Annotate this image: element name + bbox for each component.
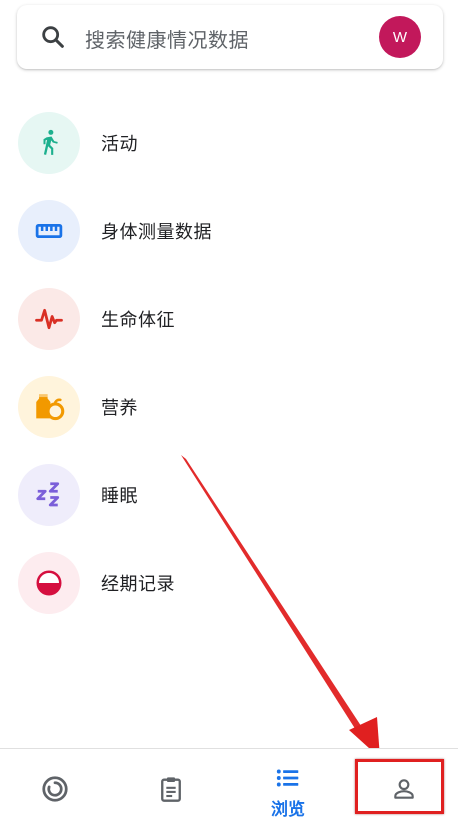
category-label: 睡眠 (101, 486, 138, 507)
category-nutrition[interactable]: 营养 (0, 364, 458, 452)
sleep-zzz-icon (36, 482, 60, 507)
browse-screen: 搜索健康情况数据 W 活动 身体测量数据 生命体征 营养 睡眠 经期记录 浏览 (0, 0, 458, 820)
category-label: 营养 (101, 398, 138, 419)
account-avatar[interactable]: W (379, 16, 421, 58)
activity-icon-circle (18, 112, 80, 174)
person-icon (394, 779, 414, 799)
nutrition-icon (36, 394, 65, 421)
nutrition-icon-circle (18, 376, 80, 438)
walking-person-icon (43, 129, 58, 155)
cycle-tracking-icon-circle (18, 552, 80, 614)
category-vitals[interactable]: 生命体征 (0, 276, 458, 364)
clipboard-icon (161, 777, 181, 802)
sleep-icon-circle (18, 464, 80, 526)
nav-journal[interactable] (121, 749, 221, 820)
bottom-navigation: 浏览 (0, 748, 458, 820)
category-label: 身体测量数据 (101, 222, 212, 243)
circle-progress-icon (42, 776, 68, 802)
nav-browse-label: 浏览 (271, 800, 305, 820)
search-icon[interactable] (39, 23, 67, 51)
search-bar[interactable]: 搜索健康情况数据 W (17, 5, 443, 69)
nav-browse[interactable]: 浏览 (238, 749, 338, 820)
nav-profile[interactable] (354, 749, 454, 820)
category-label: 活动 (101, 134, 138, 155)
category-body-measurements[interactable]: 身体测量数据 (0, 188, 458, 276)
ruler-icon (35, 224, 63, 238)
vitals-icon-circle (18, 288, 80, 350)
category-activity[interactable]: 活动 (0, 100, 458, 188)
category-list: 活动 身体测量数据 生命体征 营养 睡眠 经期记录 (0, 100, 458, 628)
search-placeholder[interactable]: 搜索健康情况数据 (85, 24, 249, 53)
category-label: 生命体征 (101, 310, 175, 331)
cycle-tracking-icon (36, 570, 62, 596)
avatar-initial: W (392, 28, 408, 46)
category-label: 经期记录 (101, 574, 175, 595)
list-icon (276, 769, 299, 787)
category-sleep[interactable]: 睡眠 (0, 452, 458, 540)
body-measurements-icon-circle (18, 200, 80, 262)
heartbeat-icon (35, 308, 63, 330)
category-cycle-tracking[interactable]: 经期记录 (0, 540, 458, 628)
nav-today[interactable] (5, 749, 105, 820)
